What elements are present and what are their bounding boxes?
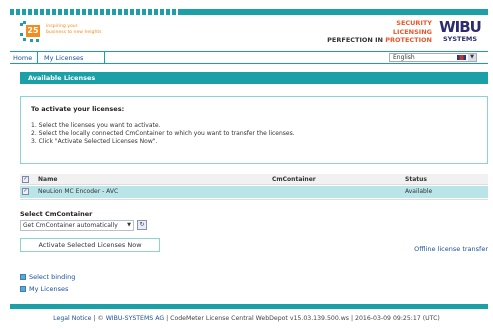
company-link[interactable]: WIBU-SYSTEMS AG [106, 315, 164, 322]
table-divider [20, 199, 488, 200]
header: 25 inspiring your business to new height… [10, 15, 488, 51]
anniversary-logo: 25 [20, 21, 44, 43]
chevron-down-icon: ▼ [468, 54, 476, 61]
nav-separator [37, 52, 38, 63]
row-checkbox[interactable]: ✓ [22, 188, 29, 195]
footer: Legal Notice | © WIBU-SYSTEMS AG | CodeM… [53, 315, 440, 322]
instructions-heading: To activate your licenses: [31, 105, 125, 113]
instruction-step: 2. Select the locally connected CmContai… [31, 130, 295, 137]
column-status: Status [405, 176, 427, 183]
select-binding-link[interactable]: Select binding [20, 273, 75, 281]
instructions-box: To activate your licenses: 1. Select the… [20, 96, 488, 164]
security-slogan: SECURITY LICENSING PERFECTION IN PROTECT… [327, 19, 432, 44]
cmcontainer-select[interactable]: Get CmContainer automatically ▼ [20, 220, 134, 231]
offline-transfer-link[interactable]: Offline license transfer [414, 245, 488, 253]
column-name: Name [38, 176, 58, 183]
table-row[interactable]: ✓ NeuLion MC Encoder - AVC Available [20, 186, 488, 198]
select-container-label: Select CmContainer [20, 210, 93, 218]
license-status: Available [405, 188, 433, 195]
refresh-icon[interactable]: ↻ [137, 220, 147, 230]
footer-stripe [10, 304, 488, 309]
uk-flag-icon [457, 55, 466, 60]
nav-separator [104, 52, 105, 63]
wibu-logo: WIBU SYSTEMS [439, 18, 482, 43]
chevron-down-icon: ▼ [127, 222, 131, 228]
binding-icon [20, 274, 26, 280]
nav-my-licenses[interactable]: My Licenses [44, 53, 83, 63]
language-select[interactable]: English ▼ [389, 53, 477, 62]
panel-title: Available Licenses [20, 72, 488, 84]
my-licenses-link[interactable]: My Licenses [20, 285, 68, 293]
instruction-step: 1. Select the licenses you want to activ… [31, 122, 161, 129]
select-all-checkbox[interactable]: ✓ [22, 176, 29, 183]
activate-licenses-button[interactable]: Activate Selected Licenses Now [20, 238, 160, 252]
legal-notice-link[interactable]: Legal Notice [53, 315, 91, 322]
licenses-icon [20, 286, 26, 292]
nav-home[interactable]: Home [13, 53, 32, 63]
instruction-step: 3. Click "Activate Selected Licenses Now… [31, 138, 158, 145]
column-cmcontainer: CmContainer [272, 176, 316, 183]
logo-number: 25 [26, 25, 40, 37]
tagline: inspiring your business to new heights [46, 24, 102, 35]
navbar: Home My Licenses English ▼ [10, 51, 488, 64]
license-table-header: ✓ Name CmContainer Status [20, 174, 488, 185]
license-name: NeuLion MC Encoder - AVC [38, 188, 119, 195]
